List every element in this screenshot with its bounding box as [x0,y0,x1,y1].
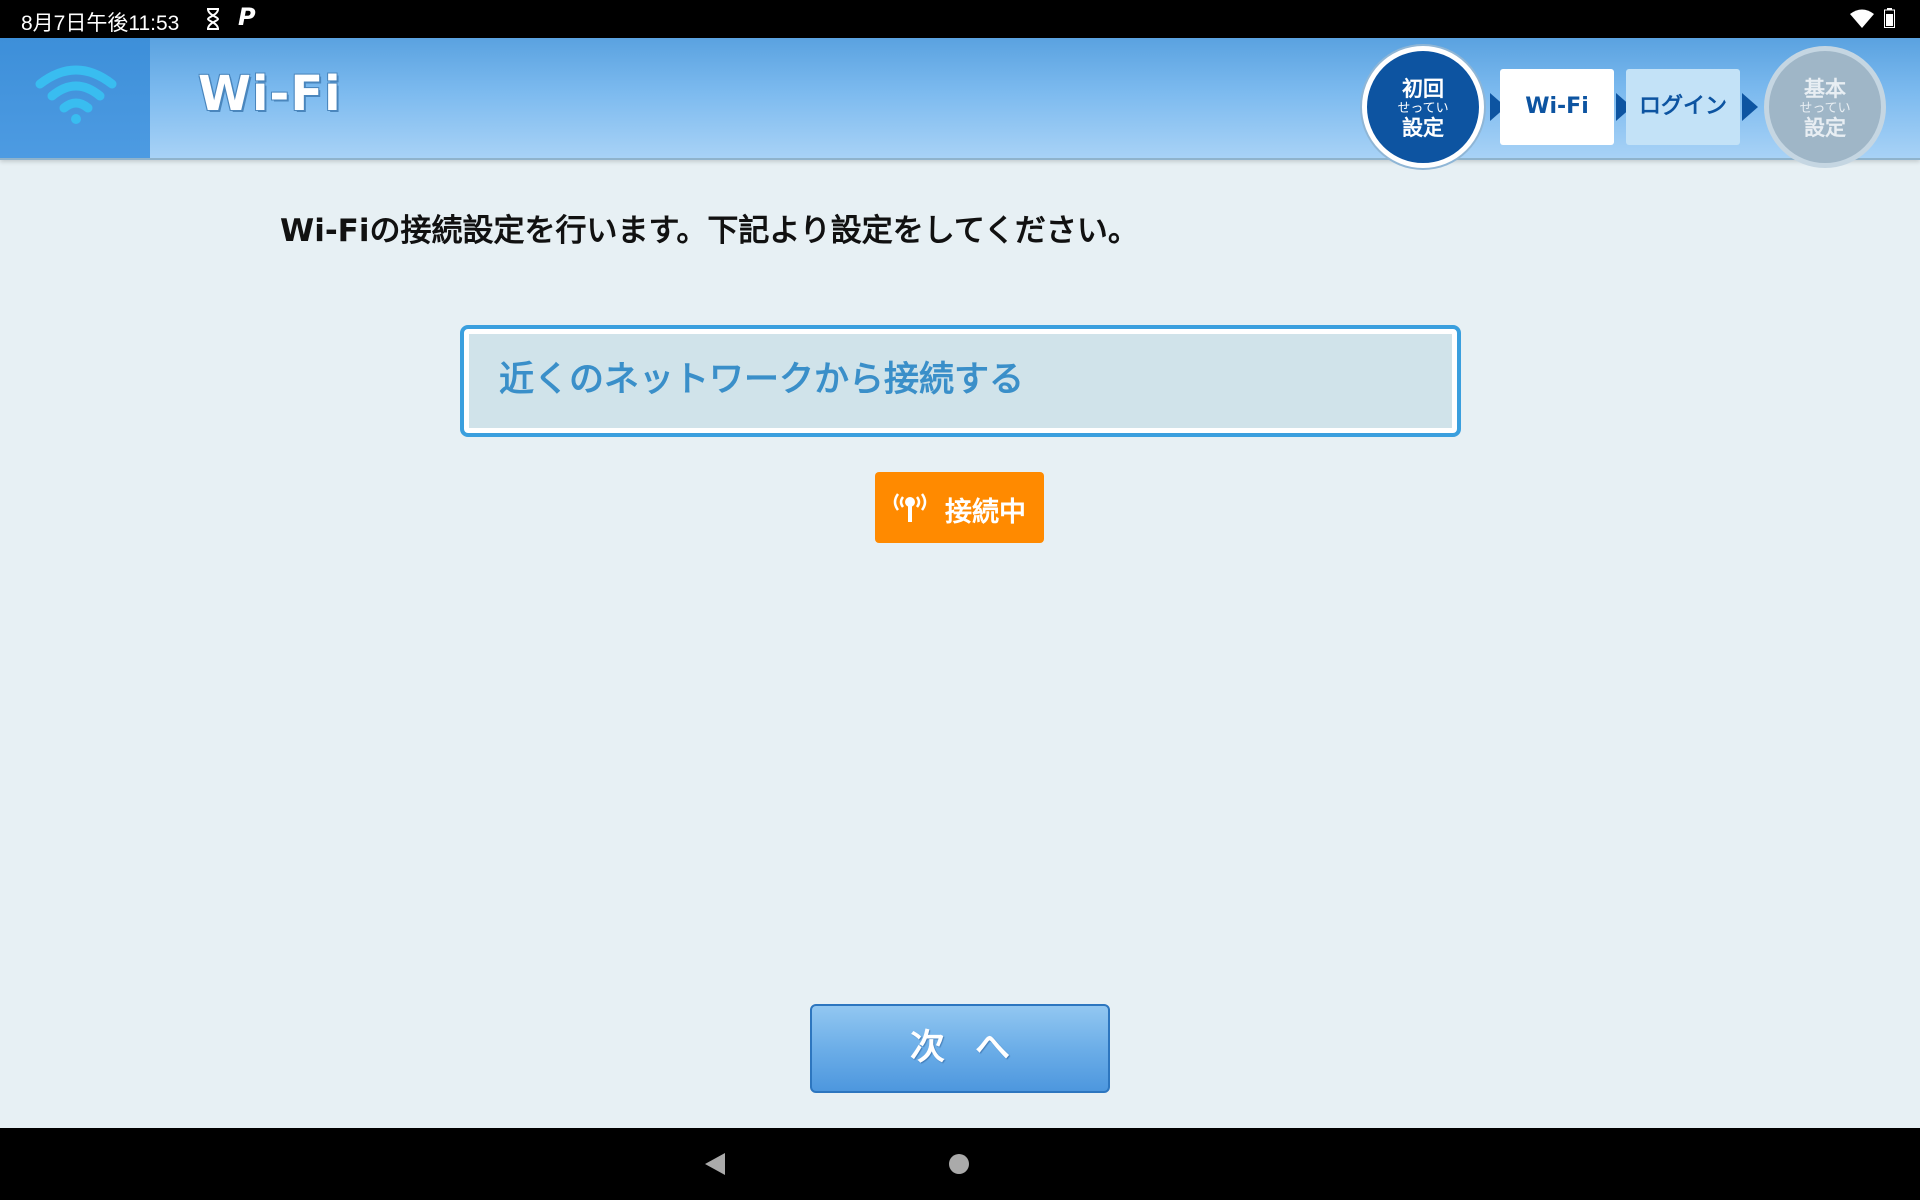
step-ruby: せってい [1799,101,1851,116]
connection-status-label: 接続中 [945,497,1026,528]
connect-nearby-network-button[interactable]: 近くのネットワークから接続する [460,325,1461,437]
step-label: 設定 [1402,116,1444,140]
back-icon[interactable] [705,1153,725,1175]
wifi-icon [35,65,117,124]
p-icon: P [238,3,256,31]
home-icon[interactable] [949,1154,969,1174]
connect-nearby-network-label: 近くのネットワークから接続する [469,334,1452,428]
status-time: 8月7日午後11:53 [21,12,180,35]
step-wifi: Wi-Fi [1500,69,1614,145]
step-arrow-icon [1742,93,1758,121]
step-label: 設定 [1804,116,1846,140]
status-bar: 8月7日午後11:53 P [0,0,1920,38]
step-label: 初回 [1402,77,1444,101]
antenna-icon [893,493,927,522]
battery-icon [1884,8,1895,28]
navigation-bar [0,1128,1920,1200]
step-login: ログイン [1626,69,1740,145]
step-ruby: せってい [1397,101,1449,116]
step-basic-setup: 基本 せってい 設定 [1764,46,1886,168]
hourglass-icon [206,8,220,30]
connection-status-badge: 接続中 [875,472,1044,543]
header-icon-box [0,38,150,158]
wifi-icon [1850,9,1874,28]
step-label: 基本 [1804,77,1846,101]
step-initial-setup: 初回 せってい 設定 [1362,46,1484,168]
page-title: Wi-Fi [198,66,342,122]
next-button[interactable]: 次へ [810,1004,1110,1093]
instruction-text: Wi-Fiの接続設定を行います。下記より設定をしてください。 [280,213,1139,249]
